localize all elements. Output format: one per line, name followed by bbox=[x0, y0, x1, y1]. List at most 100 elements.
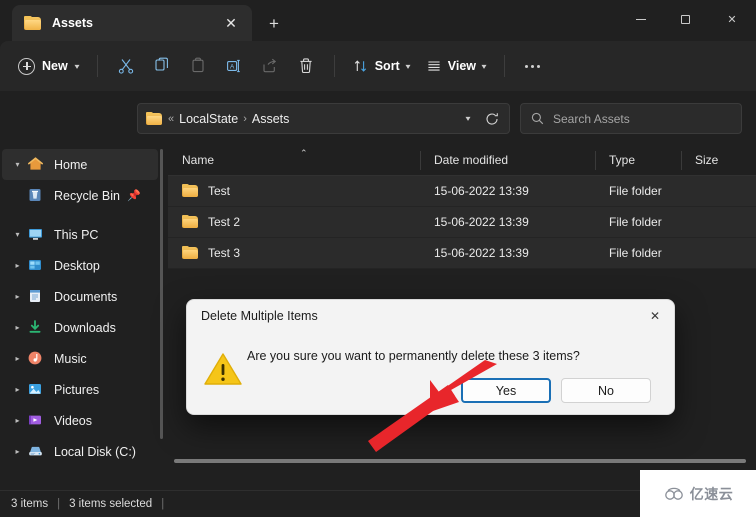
copy-button[interactable] bbox=[144, 50, 180, 82]
sidebar-item-label: Home bbox=[54, 157, 88, 172]
file-date: 15-06-2022 13:39 bbox=[434, 246, 529, 260]
chevron-down-icon[interactable]: ▾ bbox=[8, 155, 27, 174]
sidebar-item-home[interactable]: ▾ Home bbox=[2, 149, 158, 180]
trash-icon bbox=[300, 58, 312, 74]
music-icon bbox=[27, 350, 46, 367]
folder-icon bbox=[182, 184, 199, 198]
close-icon[interactable]: ✕ bbox=[220, 12, 242, 34]
share-button[interactable] bbox=[252, 50, 288, 82]
pictures-icon bbox=[27, 381, 46, 398]
column-header-size[interactable]: Size bbox=[681, 145, 756, 176]
sort-ascending-icon: ⌃ bbox=[300, 147, 308, 158]
dialog-body: Are you sure you want to permanently del… bbox=[187, 332, 674, 414]
cut-button[interactable] bbox=[108, 50, 144, 82]
chevron-right-icon[interactable]: ▸ bbox=[8, 318, 27, 337]
file-type: File folder bbox=[609, 215, 662, 229]
sort-button[interactable]: Sort ▾ bbox=[345, 51, 418, 81]
see-more-button[interactable] bbox=[515, 51, 549, 81]
sidebar-item-label: Local Disk (C:) bbox=[54, 444, 136, 459]
chevron-right-icon[interactable]: ▸ bbox=[8, 380, 27, 399]
chevron-down-icon[interactable]: ▾ bbox=[8, 225, 27, 244]
divider bbox=[96, 55, 98, 77]
cloud-icon bbox=[664, 487, 683, 500]
file-date: 15-06-2022 13:39 bbox=[434, 184, 529, 198]
folder-icon bbox=[182, 246, 199, 260]
maximize-button[interactable] bbox=[663, 0, 708, 38]
sidebar-item-label: Recycle Bin bbox=[54, 188, 120, 203]
minimize-button[interactable] bbox=[618, 0, 663, 38]
window-controls: ✕ bbox=[618, 0, 756, 38]
address-bar[interactable]: « LocalState › Assets ▾ bbox=[137, 103, 510, 134]
breadcrumb-assets[interactable]: Assets bbox=[252, 112, 290, 126]
videos-icon bbox=[27, 412, 46, 429]
sidebar-item-music[interactable]: ▸ Music bbox=[2, 343, 158, 374]
share-icon bbox=[263, 58, 276, 73]
sidebar-item-pictures[interactable]: ▸ Pictures bbox=[2, 374, 158, 405]
sidebar-item-label: Videos bbox=[54, 413, 92, 428]
breadcrumb-overflow[interactable]: « bbox=[168, 113, 174, 125]
sidebar-item-local-disk-c[interactable]: ▸ Local Disk (C:) bbox=[2, 436, 158, 467]
sidebar-item-label: Desktop bbox=[54, 258, 100, 273]
column-header-name[interactable]: Name ⌃ bbox=[168, 145, 420, 176]
dialog-close-icon[interactable]: ✕ bbox=[640, 304, 670, 328]
refresh-icon[interactable] bbox=[479, 107, 505, 131]
sidebar-item-desktop[interactable]: ▸ Desktop bbox=[2, 250, 158, 281]
chevron-right-icon[interactable]: ▸ bbox=[8, 411, 27, 430]
file-name: Test bbox=[208, 184, 231, 198]
column-header-date-modified[interactable]: Date modified bbox=[420, 145, 595, 176]
sidebar-item-videos[interactable]: ▸ Videos bbox=[2, 405, 158, 436]
breadcrumb-localstate[interactable]: LocalState bbox=[179, 112, 238, 126]
home-icon bbox=[27, 156, 46, 173]
sidebar-scrollbar[interactable] bbox=[160, 149, 163, 439]
sidebar-item-this-pc[interactable]: ▾ This PC bbox=[2, 219, 158, 250]
chevron-down-icon: ▾ bbox=[481, 61, 487, 71]
chevron-right-icon[interactable]: ▸ bbox=[8, 349, 27, 368]
chevron-right-icon[interactable]: ▸ bbox=[8, 287, 27, 306]
sidebar-item-label: Pictures bbox=[54, 382, 100, 397]
sidebar-item-downloads[interactable]: ▸ Downloads bbox=[2, 312, 158, 343]
sidebar-item-label: Music bbox=[54, 351, 87, 366]
warning-triangle-icon bbox=[203, 351, 243, 387]
column-header-type[interactable]: Type bbox=[595, 145, 681, 176]
search-icon bbox=[531, 112, 544, 125]
watermark: 亿速云 bbox=[640, 470, 756, 517]
table-row[interactable]: Test 3 15-06-2022 13:39 File folder bbox=[168, 238, 756, 269]
no-button[interactable]: No bbox=[561, 378, 651, 403]
paste-button[interactable] bbox=[180, 50, 216, 82]
sidebar-item-label: Documents bbox=[54, 289, 118, 304]
status-separator: | bbox=[57, 498, 61, 510]
watermark-text: 亿速云 bbox=[689, 485, 734, 502]
sidebar-item-recycle-bin[interactable]: Recycle Bin 📌 bbox=[2, 180, 158, 211]
folder-icon bbox=[146, 111, 163, 126]
status-separator: | bbox=[161, 498, 165, 510]
chevron-right-icon[interactable]: ▸ bbox=[8, 442, 27, 461]
plus-icon bbox=[18, 57, 35, 75]
view-button[interactable]: View ▾ bbox=[418, 51, 494, 81]
view-button-label: View bbox=[447, 59, 476, 73]
close-window-button[interactable]: ✕ bbox=[708, 0, 756, 38]
tab-assets[interactable]: Assets ✕ bbox=[12, 5, 252, 41]
dialog-title: Delete Multiple Items bbox=[201, 309, 318, 323]
delete-button[interactable] bbox=[288, 50, 324, 82]
new-tab-button[interactable]: + bbox=[262, 11, 286, 35]
chevron-right-icon[interactable]: ▸ bbox=[8, 256, 27, 275]
table-row[interactable]: Test 2 15-06-2022 13:39 File folder bbox=[168, 207, 756, 238]
folder-icon bbox=[182, 215, 199, 229]
yes-button[interactable]: Yes bbox=[461, 378, 551, 403]
table-row[interactable]: Test 15-06-2022 13:39 File folder bbox=[168, 176, 756, 207]
horizontal-scrollbar[interactable] bbox=[174, 459, 746, 463]
divider bbox=[333, 55, 335, 77]
pin-icon[interactable]: 📌 bbox=[127, 189, 141, 202]
new-button[interactable]: New ▾ bbox=[14, 51, 87, 81]
file-type: File folder bbox=[609, 184, 662, 198]
rename-button[interactable]: A bbox=[216, 50, 252, 82]
search-box[interactable]: Search Assets bbox=[520, 103, 742, 134]
search-input-placeholder: Search Assets bbox=[553, 111, 630, 126]
breadcrumb-separator: › bbox=[243, 112, 247, 125]
svg-text:A: A bbox=[230, 64, 235, 71]
sidebar-item-documents[interactable]: ▸ Documents bbox=[2, 281, 158, 312]
paste-icon bbox=[192, 57, 204, 73]
copy-icon bbox=[155, 57, 168, 71]
chevron-down-icon[interactable]: ▾ bbox=[454, 107, 482, 131]
chevron-down-icon: ▾ bbox=[405, 61, 411, 71]
